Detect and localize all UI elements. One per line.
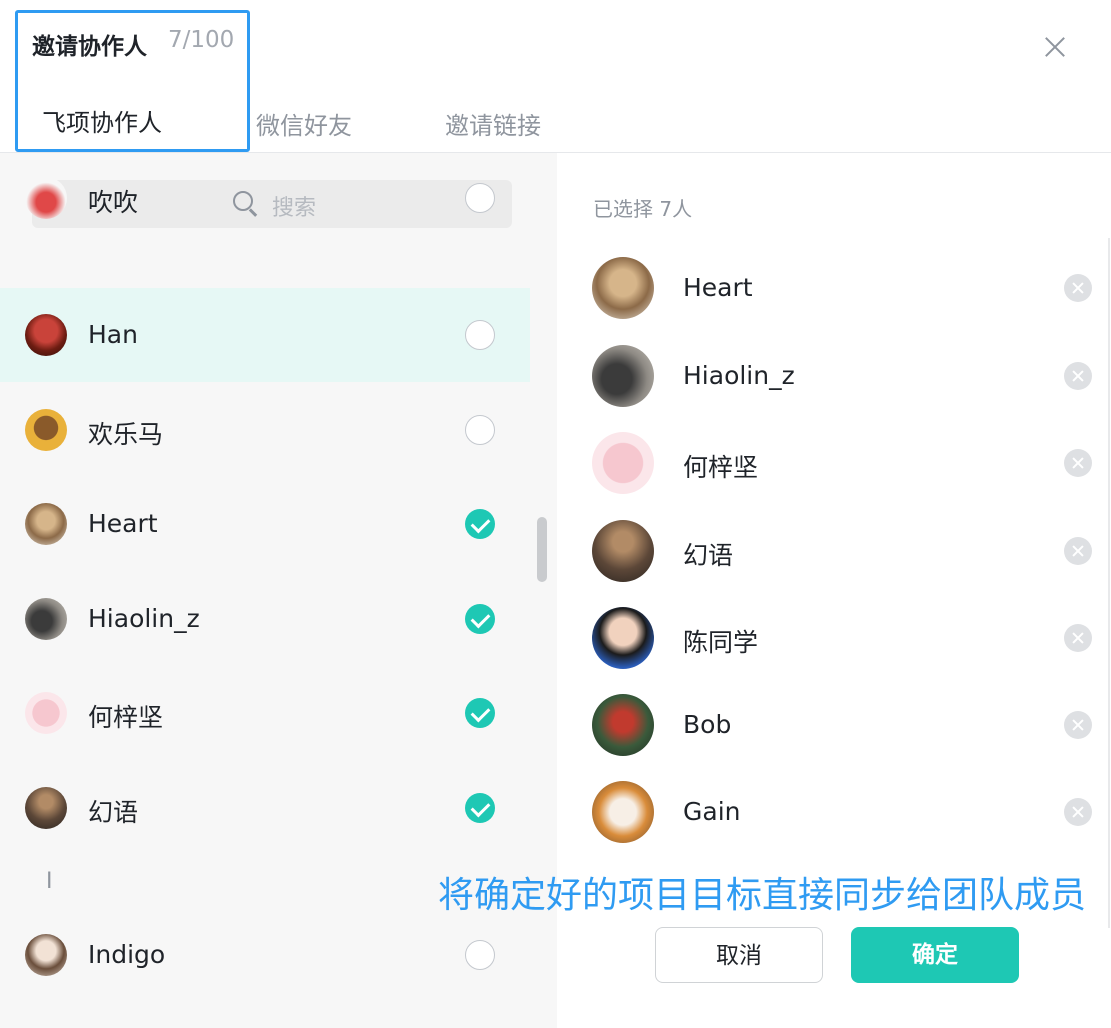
contact-row[interactable]: 吹吹 — [0, 153, 530, 245]
remove-icon[interactable] — [1064, 624, 1092, 652]
selected-name: Hiaolin_z — [683, 361, 795, 390]
select-checkbox[interactable] — [465, 320, 495, 350]
contact-name: 欢乐马 — [88, 420, 164, 449]
contact-row[interactable]: Han — [0, 288, 530, 382]
selected-item: Gain — [557, 767, 1111, 855]
remove-icon[interactable] — [1064, 274, 1092, 302]
contact-name: Han — [88, 320, 138, 349]
invite-collaborators-dialog: 邀请协作人 7/100 飞项协作人 微信好友 邀请链接 搜索 吹吹 Han 欢乐… — [0, 0, 1111, 1028]
invite-count: 7/100 — [168, 27, 235, 53]
selected-item: Heart — [557, 243, 1111, 331]
remove-icon[interactable] — [1064, 449, 1092, 477]
remove-icon[interactable] — [1064, 798, 1092, 826]
tab-wechat-friends[interactable]: 微信好友 — [256, 106, 352, 141]
contact-row[interactable]: 幻语 — [0, 761, 530, 855]
selected-name: Heart — [683, 273, 753, 302]
contact-row[interactable]: Hiaolin_z — [0, 572, 530, 666]
avatar — [25, 503, 67, 545]
avatar — [25, 409, 67, 451]
contact-name: Indigo — [88, 940, 166, 969]
avatar — [25, 598, 67, 640]
selected-name: 幻语 — [683, 541, 734, 570]
close-icon[interactable] — [1040, 32, 1070, 62]
selected-item: Bob — [557, 680, 1111, 768]
index-letter: I — [46, 869, 53, 894]
avatar — [592, 432, 654, 494]
dialog-title: 邀请协作人 — [32, 34, 147, 60]
selected-item: 陈同学 — [557, 593, 1111, 681]
scrollbar[interactable] — [537, 517, 547, 582]
contact-row[interactable]: 欢乐马 — [0, 383, 530, 477]
selected-name: Gain — [683, 797, 741, 826]
checked-icon[interactable] — [465, 509, 495, 539]
contact-name: 何梓坚 — [88, 703, 164, 732]
avatar — [592, 694, 654, 756]
avatar — [592, 607, 654, 669]
cancel-button[interactable]: 取消 — [655, 927, 823, 983]
confirm-button[interactable]: 确定 — [851, 927, 1019, 983]
checked-icon[interactable] — [465, 698, 495, 728]
contact-row[interactable]: Indigo — [0, 908, 530, 1002]
contact-row[interactable]: Heart — [0, 477, 530, 571]
tab-invite-link[interactable]: 邀请链接 — [445, 106, 541, 141]
contact-name: 幻语 — [88, 798, 139, 827]
selected-count: 已选择 7人 — [593, 197, 693, 221]
avatar — [25, 934, 67, 976]
avatar — [592, 781, 654, 843]
contact-name: Hiaolin_z — [88, 604, 200, 633]
remove-icon[interactable] — [1064, 711, 1092, 739]
avatar — [592, 520, 654, 582]
remove-icon[interactable] — [1064, 362, 1092, 390]
avatar — [25, 692, 67, 734]
avatar — [592, 257, 654, 319]
selected-name: 陈同学 — [683, 628, 759, 657]
avatar — [592, 345, 654, 407]
avatar — [25, 314, 67, 356]
selected-item: Hiaolin_z — [557, 331, 1111, 419]
selected-name: 何梓坚 — [683, 453, 759, 482]
caption-overlay: 将确定好的项目目标直接同步给团队成员 — [438, 875, 1087, 916]
contact-row[interactable]: 何梓坚 — [0, 666, 530, 760]
tab-feixiang-collaborators[interactable]: 飞项协作人 — [42, 103, 162, 138]
select-checkbox[interactable] — [465, 183, 495, 213]
contact-name: Heart — [88, 509, 158, 538]
checked-icon[interactable] — [465, 793, 495, 823]
selected-name: Bob — [683, 710, 732, 739]
remove-icon[interactable] — [1064, 537, 1092, 565]
avatar — [25, 787, 67, 829]
select-checkbox[interactable] — [465, 415, 495, 445]
selected-item: 幻语 — [557, 506, 1111, 594]
contact-name: 吹吹 — [88, 188, 139, 217]
checked-icon[interactable] — [465, 604, 495, 634]
selected-item: 何梓坚 — [557, 418, 1111, 506]
select-checkbox[interactable] — [465, 940, 495, 970]
avatar — [25, 177, 67, 219]
